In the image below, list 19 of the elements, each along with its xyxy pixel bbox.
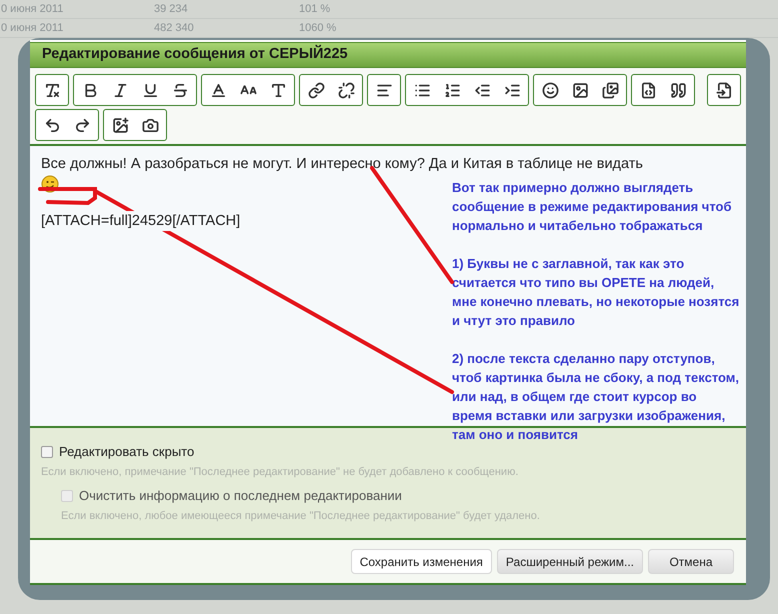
option-hint: Если включено, примечание "Последнее редактирование" не будет добавлено к сообщению.: [41, 464, 518, 480]
attachment-code: [ATTACH=full]24529[/ATTACH]: [41, 211, 240, 231]
table-cell-text: 0 июня 2011: [0, 20, 64, 36]
message-text: Все должны! А разобраться не могут. И интересно кому? Да и Китая в таблице не видать: [41, 155, 644, 174]
checkbox-label: Редактировать скрыто: [59, 443, 194, 461]
annotation-note: Вот так примерно должно выглядеть сообщение в режиме редактирования чтоб нормально и читабельно тображаться: [452, 179, 732, 235]
table-cell-text: 1060 %: [298, 20, 338, 36]
dialog-title: Редактирование сообщения от СЕРЫЙ225: [30, 42, 746, 68]
dialog-button[interactable]: Расширенный режим...: [496, 549, 643, 574]
annotation-note: 2) после текста сделанно пару отступов, чтоб картинка была не сбоку, а под текстом, или над, в общем где стоит курсор во время вставки или загрузки изображения, там оно и появится: [452, 350, 740, 444]
dialog-button[interactable]: Отмена: [648, 549, 734, 574]
table-cell-text: 39 234: [153, 2, 189, 17]
dialog-button[interactable]: Сохранить изменения: [350, 549, 492, 574]
option-hint: Если включено, любое имеющееся примечание "Последнее редактирование" будет удалено.: [61, 508, 540, 524]
table-cell-text: 482 340: [153, 20, 195, 36]
table-cell-text: 0 июня 2011: [0, 2, 64, 17]
table-cell-text: 101 %: [298, 2, 332, 17]
checkbox-label: Очистить информацию о последнем редактировании: [79, 487, 402, 505]
annotation-note: 1) Буквы не с заглавной, так как это считается что типо вы ОРЕТЕ на людей, мне конечно плевать, но некоторые нозятся и чтут это правило: [452, 255, 740, 330]
